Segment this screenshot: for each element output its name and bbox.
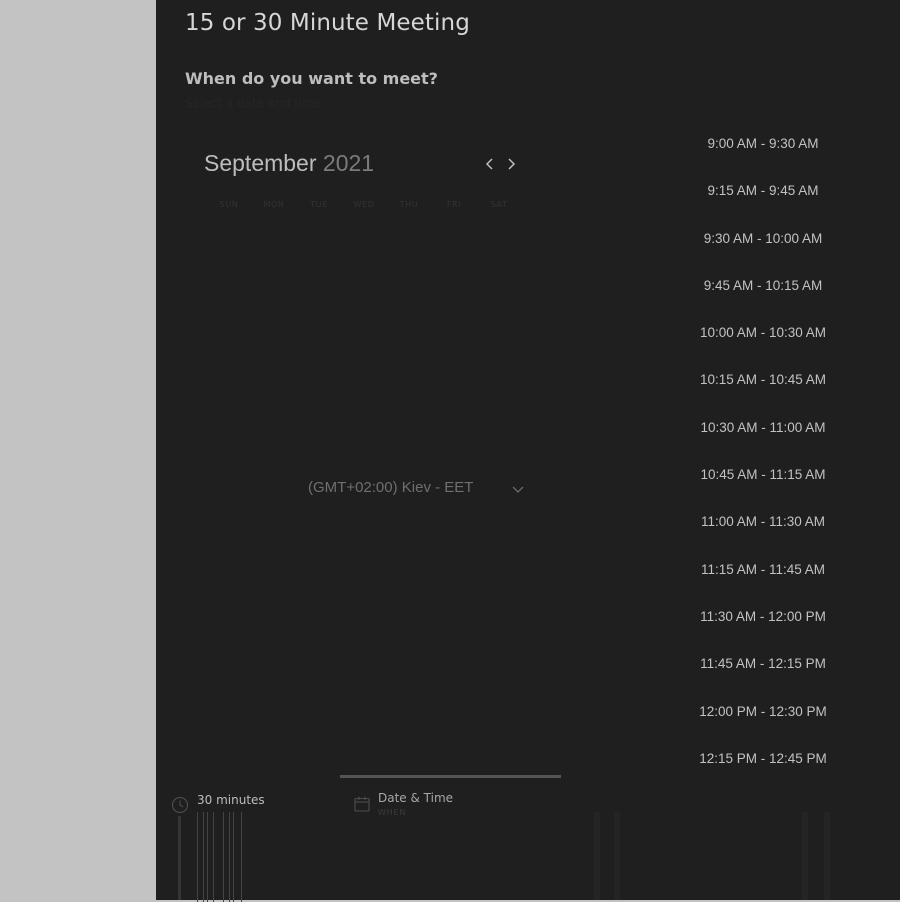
weekday-label: SAT xyxy=(490,200,508,209)
weekday-header: SUN MON TUE WED THU FRI SAT xyxy=(214,200,514,209)
duration-label: 30 minutes xyxy=(197,793,265,807)
calendar-year: 2021 xyxy=(322,150,375,176)
weekday-label: MON xyxy=(263,200,285,209)
time-slot-list: 9:00 AM - 9:30 AM 9:15 AM - 9:45 AM 9:30… xyxy=(688,133,838,795)
calendar-icon xyxy=(354,796,370,812)
chevron-left-icon xyxy=(485,158,493,170)
section-subtitle: Select a date and time xyxy=(185,96,322,110)
faint-divider xyxy=(594,812,600,900)
page-title: 15 or 30 Minute Meeting xyxy=(185,10,470,36)
timezone-label: (GMT+02:00) Kiev - EET xyxy=(308,479,474,496)
weekday-label: FRI xyxy=(446,200,462,209)
calendar-month-year: September 2021 xyxy=(204,150,374,177)
datetime-step-label: Date & Time xyxy=(378,791,454,805)
time-slot[interactable]: 10:15 AM - 10:45 AM xyxy=(688,369,838,416)
time-slot[interactable]: 12:00 PM - 12:30 PM xyxy=(688,701,838,748)
chevron-right-icon xyxy=(508,158,516,170)
time-slot[interactable]: 11:00 AM - 11:30 AM xyxy=(688,511,838,558)
datetime-step-sub: WHEN xyxy=(378,808,407,817)
next-month-button[interactable] xyxy=(502,152,520,176)
weekday-label: TUE xyxy=(310,200,328,209)
section-heading: When do you want to meet? xyxy=(185,69,438,88)
faint-divider xyxy=(824,812,830,900)
clock-icon xyxy=(171,796,189,814)
faint-divider xyxy=(614,812,620,900)
time-slot[interactable]: 9:30 AM - 10:00 AM xyxy=(688,228,838,275)
time-slot[interactable]: 9:00 AM - 9:30 AM xyxy=(688,133,838,180)
prev-month-button[interactable] xyxy=(481,152,499,176)
timezone-select[interactable]: (GMT+02:00) Kiev - EET xyxy=(308,478,526,502)
time-slot[interactable]: 11:15 AM - 11:45 AM xyxy=(688,559,838,606)
time-slot[interactable]: 9:15 AM - 9:45 AM xyxy=(688,180,838,227)
active-step-indicator xyxy=(340,775,561,778)
calendar-month: September xyxy=(204,150,317,176)
weekday-label: WED xyxy=(353,200,375,209)
step-timeline xyxy=(178,816,181,900)
duration-detail-placeholder xyxy=(197,812,247,902)
time-slot[interactable]: 11:45 AM - 12:15 PM xyxy=(688,653,838,700)
weekday-label: THU xyxy=(399,200,419,209)
time-slot[interactable]: 10:00 AM - 10:30 AM xyxy=(688,322,838,369)
weekday-label: SUN xyxy=(219,200,239,209)
time-slot[interactable]: 11:30 AM - 12:00 PM xyxy=(688,606,838,653)
faint-divider xyxy=(802,812,808,900)
time-slot[interactable]: 9:45 AM - 10:15 AM xyxy=(688,275,838,322)
left-gutter xyxy=(0,0,156,900)
time-slot[interactable]: 10:30 AM - 11:00 AM xyxy=(688,417,838,464)
time-slot[interactable]: 10:45 AM - 11:15 AM xyxy=(688,464,838,511)
chevron-down-icon[interactable] xyxy=(511,484,525,496)
time-slot[interactable]: 12:15 PM - 12:45 PM xyxy=(688,748,838,795)
booking-panel: 15 or 30 Minute Meeting When do you want… xyxy=(156,0,900,902)
